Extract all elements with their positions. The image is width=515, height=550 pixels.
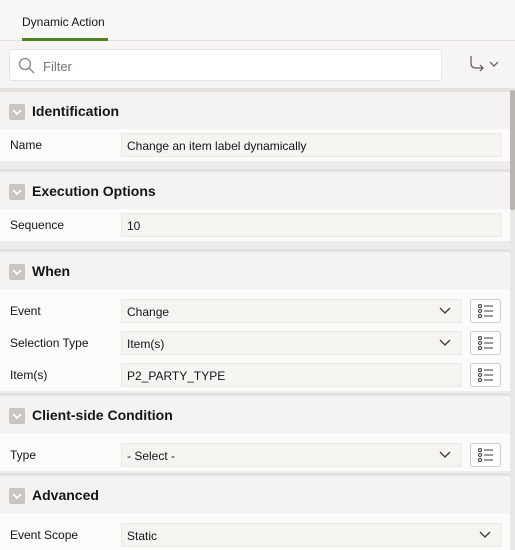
group-title: Advanced bbox=[32, 487, 99, 503]
property-label: Selection Type bbox=[10, 336, 89, 350]
property-row-selection-type: Selection Type Item(s) bbox=[0, 327, 510, 359]
go-to-group-icon bbox=[470, 56, 499, 72]
toolbar: Filter bbox=[0, 41, 515, 89]
group-title: Identification bbox=[32, 103, 120, 119]
type-select[interactable]: - Select - bbox=[121, 443, 462, 467]
tab-dynamic-action[interactable]: Dynamic Action bbox=[22, 0, 108, 41]
list-of-values-icon bbox=[478, 336, 493, 350]
list-of-values-icon bbox=[478, 448, 493, 462]
property-row-sequence: Sequence 10 bbox=[0, 209, 510, 241]
property-row-type: Type - Select - bbox=[0, 439, 510, 471]
property-row-event: Event Change bbox=[0, 295, 510, 327]
group-title: When bbox=[32, 263, 71, 279]
group-identification: Identification Name Change an item label… bbox=[0, 89, 510, 161]
search-icon bbox=[18, 57, 35, 74]
go-to-group-button[interactable] bbox=[467, 53, 503, 77]
filter-placeholder: Filter bbox=[43, 59, 72, 74]
list-of-values-icon bbox=[478, 304, 493, 318]
field-value: Static bbox=[127, 529, 158, 543]
property-label: Sequence bbox=[10, 218, 65, 232]
property-row-name: Name Change an item label dynamically bbox=[0, 129, 510, 161]
collapse-icon[interactable] bbox=[9, 104, 25, 120]
tab-bar: Dynamic Action bbox=[0, 0, 515, 41]
chevron-down-icon bbox=[439, 451, 451, 458]
group-header[interactable]: Identification bbox=[0, 89, 510, 129]
property-label: Event bbox=[10, 304, 41, 318]
list-of-values-button[interactable] bbox=[470, 299, 501, 323]
scrollbar[interactable] bbox=[510, 90, 515, 550]
tab-label: Dynamic Action bbox=[22, 15, 105, 29]
property-row-event-scope: Event Scope Static bbox=[0, 519, 510, 550]
field-value: - Select - bbox=[127, 449, 176, 463]
scrollbar-thumb[interactable] bbox=[510, 90, 515, 210]
collapse-icon[interactable] bbox=[9, 184, 25, 200]
group-header[interactable]: Advanced bbox=[0, 473, 510, 513]
selection-type-select[interactable]: Item(s) bbox=[121, 331, 462, 355]
collapse-icon[interactable] bbox=[9, 408, 25, 424]
group-execution-options: Execution Options Sequence 10 bbox=[0, 169, 510, 241]
event-select[interactable]: Change bbox=[121, 299, 462, 323]
name-field[interactable]: Change an item label dynamically bbox=[121, 133, 502, 157]
chevron-down-icon bbox=[439, 339, 451, 346]
group-header[interactable]: Client-side Condition bbox=[0, 393, 510, 433]
property-row-items: Item(s) P2_PARTY_TYPE bbox=[0, 359, 510, 391]
group-title: Client-side Condition bbox=[32, 407, 173, 423]
chevron-down-icon bbox=[479, 531, 491, 538]
field-value: P2_PARTY_TYPE bbox=[127, 369, 226, 383]
collapse-icon[interactable] bbox=[9, 488, 25, 504]
filter-input[interactable]: Filter bbox=[9, 49, 442, 81]
list-of-values-button[interactable] bbox=[470, 443, 501, 467]
field-value: 10 bbox=[127, 219, 141, 233]
field-value: Change an item label dynamically bbox=[127, 139, 307, 153]
group-title: Execution Options bbox=[32, 183, 156, 199]
group-advanced: Advanced Event Scope Static bbox=[0, 473, 510, 550]
list-of-values-button[interactable] bbox=[470, 331, 501, 355]
group-header[interactable]: When bbox=[0, 249, 510, 289]
sequence-field[interactable]: 10 bbox=[121, 213, 502, 237]
field-value: Change bbox=[127, 305, 170, 319]
property-label: Item(s) bbox=[10, 368, 48, 382]
list-of-values-button[interactable] bbox=[470, 363, 501, 387]
group-when: When Event Change Selection Type Item(s) bbox=[0, 249, 510, 391]
property-editor: Identification Name Change an item label… bbox=[0, 89, 515, 550]
group-client-side-condition: Client-side Condition Type - Select - bbox=[0, 393, 510, 471]
event-scope-select[interactable]: Static bbox=[121, 523, 502, 547]
chevron-down-icon bbox=[439, 307, 451, 314]
items-field[interactable]: P2_PARTY_TYPE bbox=[121, 363, 462, 387]
field-value: Item(s) bbox=[127, 337, 165, 351]
property-label: Event Scope bbox=[10, 528, 79, 542]
list-of-values-icon bbox=[478, 368, 493, 382]
group-header[interactable]: Execution Options bbox=[0, 169, 510, 209]
property-label: Name bbox=[10, 138, 43, 152]
collapse-icon[interactable] bbox=[9, 264, 25, 280]
property-label: Type bbox=[10, 448, 37, 462]
